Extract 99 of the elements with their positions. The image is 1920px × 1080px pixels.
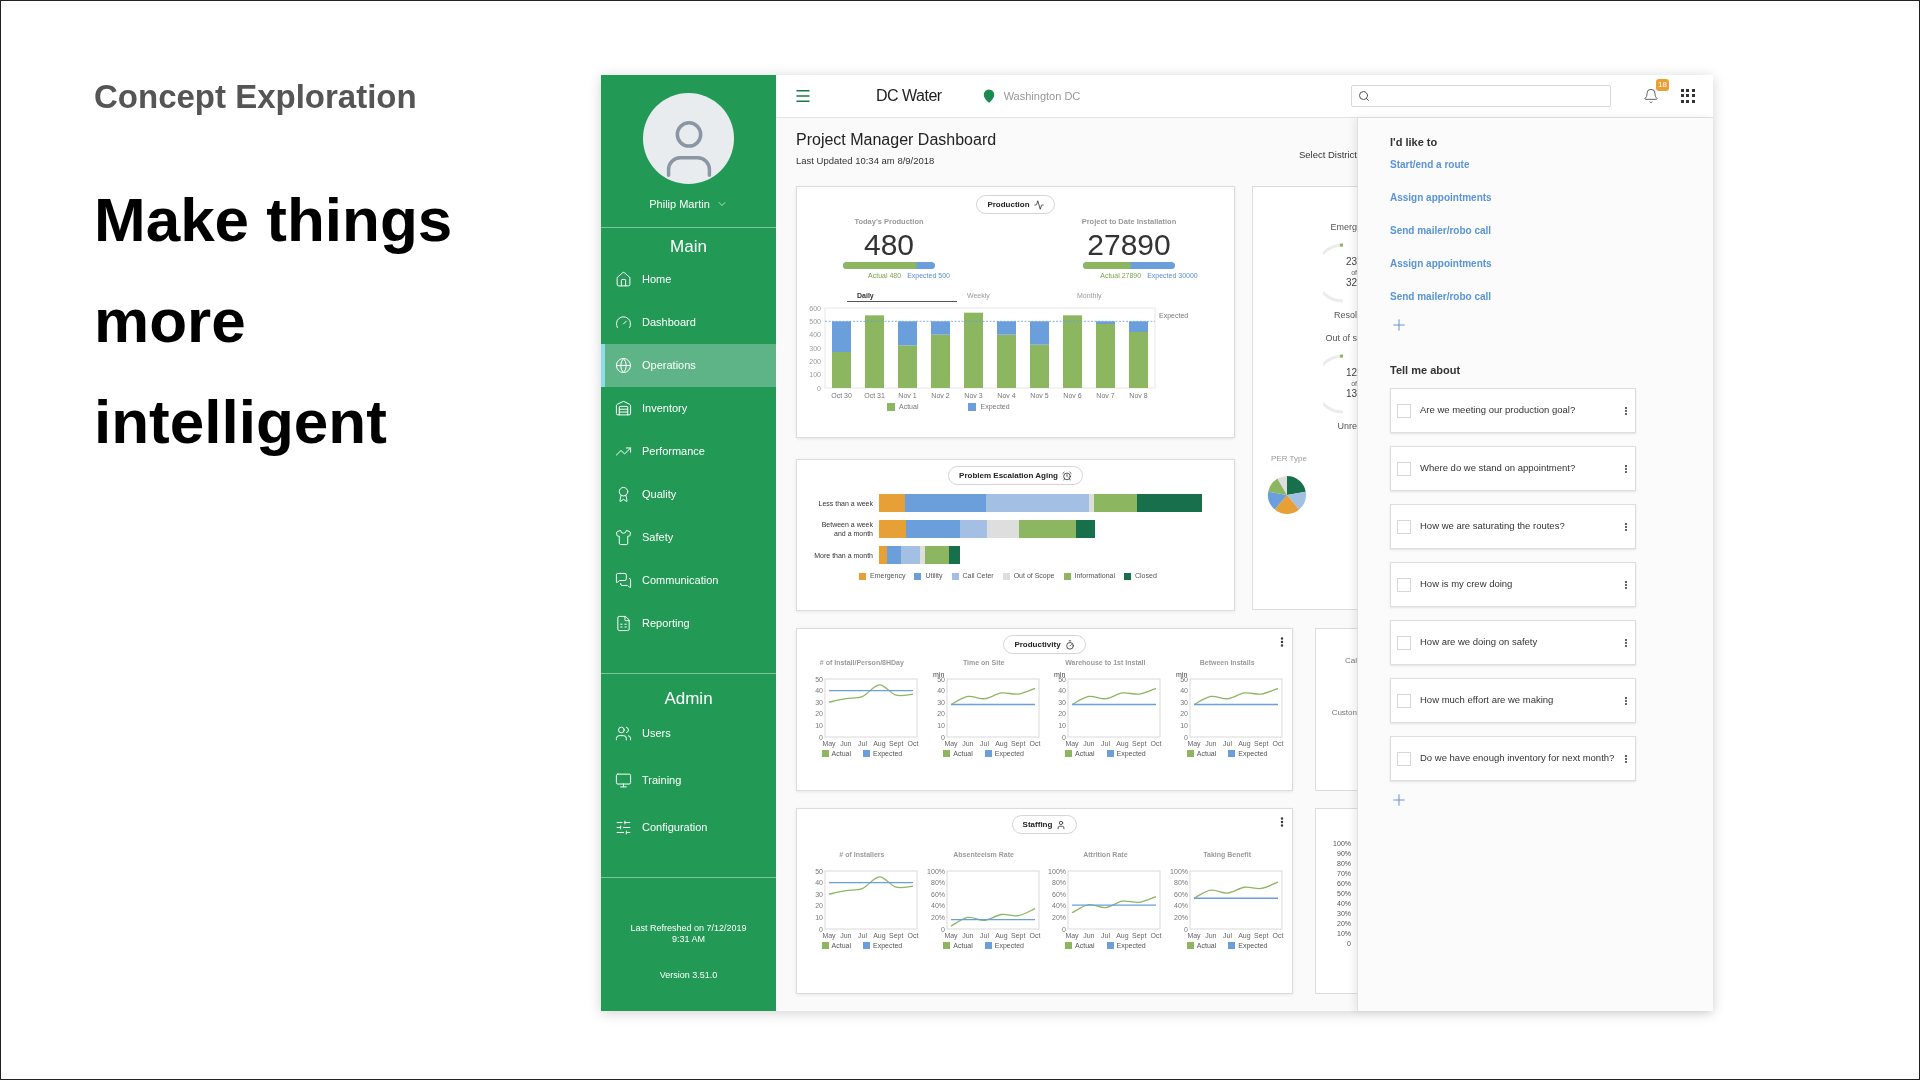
home-icon [615,270,632,288]
nav-item[interactable]: Communication [601,558,776,602]
timer-icon [1064,639,1075,650]
report-icon [615,614,632,632]
nav-item[interactable]: Operations [601,343,776,387]
action-link[interactable]: Assign appointments [1390,255,1689,271]
warehouse-icon [615,399,632,417]
action-link[interactable]: Send mailer/robo call [1390,288,1689,304]
nav-item[interactable]: Dashboard [601,300,776,344]
checkbox[interactable] [1397,635,1411,650]
action-link[interactable]: Assign appointments [1390,189,1689,205]
bar [832,321,851,352]
apps-grid-button[interactable] [1681,89,1695,103]
checkbox[interactable] [1397,751,1411,766]
question-card[interactable]: How is my crew doing [1390,562,1636,607]
question-text: Where do we stand on appointment? [1420,461,1576,476]
version-label: Version 3.51.0 [659,968,718,982]
nav-item[interactable]: Inventory [601,386,776,430]
location-label: Washington DC [1003,88,1081,104]
checkbox[interactable] [1397,461,1411,476]
monitor-icon [615,771,632,789]
vest-icon [615,528,632,546]
gauge-icon [615,313,632,331]
app-name: DC Water [876,86,942,106]
page-title: Project Manager Dashboard [796,130,997,150]
slide-headline: more [94,285,247,357]
ring-count: 23 [1345,256,1357,269]
nav-item[interactable]: Reporting [601,601,776,645]
refresh-info: Last Refreshed on 7/12/2019 [630,922,747,934]
globe-icon [615,356,632,374]
status-label: Out of s [1325,332,1357,346]
section-heading: Admin [663,687,714,710]
question-card[interactable]: Are we meeting our production goal? [1390,388,1636,433]
section-title: Staffing [1022,818,1053,831]
nav-item[interactable]: Users [601,709,776,757]
ring-gauge [1323,353,1343,414]
refresh-info: 9:31 AM [672,933,705,945]
question-card[interactable]: How we are saturating the routes? [1390,504,1636,549]
search-field[interactable] [1351,85,1611,107]
map-pin-icon [981,89,996,103]
nav-item[interactable]: Safety [601,515,776,559]
ring-total: 13 [1345,388,1357,401]
bell-icon [1643,88,1659,104]
section-title: Production [987,198,1030,211]
ring-count: 12 [1345,367,1357,380]
pie-title: PER Type [1271,453,1307,466]
side-label: Cal [1345,655,1357,668]
question-card[interactable]: Do we have enough inventory for next month? [1390,736,1636,781]
menu-icon[interactable] [794,87,812,105]
clock-alert-icon [1061,470,1072,481]
question-text: Do we have enough inventory for next month? [1420,751,1615,766]
question-text: How we are saturating the routes? [1420,519,1565,534]
pie-chart [1267,475,1307,516]
question-text: Are we meeting our production goal? [1420,403,1576,418]
panel-heading: Tell me about [1390,362,1462,378]
question-text: How are we doing on safety [1420,635,1538,650]
checkbox[interactable] [1397,403,1411,418]
nav-item[interactable]: Configuration [601,803,776,851]
status-label: Unre [1337,419,1357,433]
kpi-value: 27890 [1087,227,1171,262]
panel-heading: I'd like to [1390,135,1439,150]
chat-icon [615,571,632,589]
user-menu[interactable]: Philip Martin [649,196,728,213]
side-label: Custon [1331,707,1357,720]
slide-headline: Make things [94,184,454,256]
nav-item[interactable]: Home [601,257,776,301]
user-icon [1056,819,1067,830]
last-updated: Last Updated 10:34 am 8/9/2018 [796,154,936,168]
checkbox[interactable] [1397,577,1411,592]
status-label: Emerg [1330,221,1357,235]
question-text: How is my crew doing [1420,577,1513,592]
ring-total: 32 [1345,277,1357,290]
question-card[interactable]: How much effort are we making [1390,678,1636,723]
kpi-value: 480 [863,227,915,262]
section-title: Problem Escalation Aging [959,469,1058,482]
chart-icon [1033,199,1044,210]
question-text: How much effort are we making [1420,693,1554,708]
slide-headline: intelligent [94,386,388,458]
section-heading: Main [669,235,708,258]
question-card[interactable]: Where do we stand on appointment? [1390,446,1636,491]
search-icon [1358,90,1370,102]
sliders-icon [615,818,632,836]
section-title: Productivity [1014,638,1061,651]
question-card[interactable]: How are we doing on safety [1390,620,1636,665]
status-label: Resol [1334,308,1357,322]
action-link[interactable]: Send mailer/robo call [1390,222,1689,238]
notification-badge: 18 [1656,79,1669,91]
slide-kicker: Concept Exploration [94,77,418,117]
action-link[interactable]: Start/end a route [1390,156,1689,172]
ring-gauge [1323,242,1343,303]
notifications-button[interactable] [1641,86,1661,106]
nav-item[interactable]: Performance [601,429,776,473]
nav-item[interactable]: Training [601,756,776,804]
checkbox[interactable] [1397,693,1411,708]
checkbox[interactable] [1397,519,1411,534]
nav-item[interactable]: Quality [601,472,776,516]
district-select[interactable]: Select District [1298,148,1357,163]
users-icon [615,724,632,742]
bar [832,352,851,388]
